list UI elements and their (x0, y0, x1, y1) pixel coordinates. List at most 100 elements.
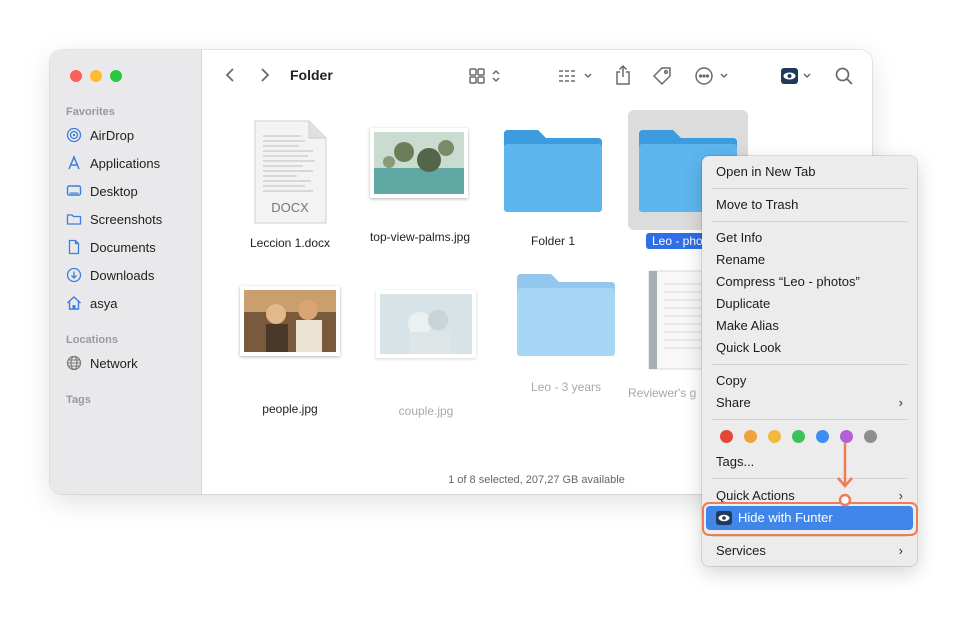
sidebar-item-label: Applications (90, 155, 161, 171)
download-icon (66, 267, 82, 283)
funter-eye-icon (781, 68, 811, 84)
menu-item-share[interactable]: Share › (716, 394, 903, 412)
share-button[interactable] (612, 63, 634, 87)
close-window-button[interactable] (70, 70, 82, 82)
group-by-button[interactable] (556, 65, 596, 87)
sidebar-item-airdrop[interactable]: AirDrop (66, 125, 134, 145)
sidebar-item-home[interactable]: asya (66, 293, 117, 313)
folder-icon (504, 130, 602, 212)
menu-item-label: Services (716, 543, 766, 558)
zoom-window-button[interactable] (110, 70, 122, 82)
group-icon (559, 70, 592, 82)
home-icon (67, 296, 81, 310)
menu-item-duplicate[interactable]: Duplicate (716, 295, 770, 313)
minimize-window-button[interactable] (90, 70, 102, 82)
callout-highlight-frame (702, 502, 918, 536)
menu-item-compress[interactable]: Compress “Leo - photos” (716, 273, 860, 291)
chevron-right-icon (261, 68, 270, 82)
back-button[interactable] (220, 65, 240, 85)
menu-item-get-info[interactable]: Get Info (716, 229, 762, 247)
file-name: Leo - 3 years (530, 380, 602, 394)
sidebar-item-applications[interactable]: Applications (66, 153, 160, 173)
file-item[interactable]: DOCX Leccion 1.docx (240, 120, 340, 250)
sidebar-item-screenshots[interactable]: Screenshots (66, 209, 162, 229)
menu-item-copy[interactable]: Copy (716, 372, 746, 390)
tag-color-gray[interactable] (864, 430, 877, 443)
file-name: Folder 1 (530, 234, 576, 248)
chevron-left-icon (225, 68, 234, 82)
document-icon (68, 239, 80, 255)
tag-color-blue[interactable] (816, 430, 829, 443)
menu-item-quick-look[interactable]: Quick Look (716, 339, 781, 357)
funter-toolbar-button[interactable] (780, 65, 816, 87)
file-item[interactable]: top-view-palms.jpg (360, 120, 480, 250)
network-icon (66, 355, 82, 371)
palms-photo-icon (374, 132, 464, 194)
menu-item-open-in-new-tab[interactable]: Open in New Tab (716, 163, 816, 181)
sidebar-item-label: AirDrop (90, 127, 135, 143)
sidebar-item-label: asya (90, 295, 118, 311)
chevron-right-icon: › (898, 543, 903, 558)
menu-item-tags[interactable]: Tags... (716, 453, 754, 471)
sidebar: Favorites AirDrop Applications Desktop S… (50, 50, 202, 494)
tag-color-orange[interactable] (744, 430, 757, 443)
sidebar-item-network[interactable]: Network (66, 353, 138, 373)
file-name: people.jpg (262, 402, 318, 416)
file-name: couple.jpg (398, 404, 454, 418)
tag-icon (652, 67, 671, 86)
sidebar-item-documents[interactable]: Documents (66, 237, 156, 257)
sidebar-item-label: Documents (90, 239, 156, 255)
tag-color-red[interactable] (720, 430, 733, 443)
sidebar-item-label: Screenshots (90, 211, 163, 227)
tag-color-green[interactable] (792, 430, 805, 443)
image-thumbnail (240, 286, 340, 356)
sidebar-item-desktop[interactable]: Desktop (66, 181, 138, 201)
menu-item-make-alias[interactable]: Make Alias (716, 317, 779, 335)
file-name: top-view-palms.jpg (369, 230, 471, 244)
tag-color-yellow[interactable] (768, 430, 781, 443)
menu-separator (712, 478, 907, 479)
folder-icon (66, 214, 82, 225)
search-button[interactable] (832, 64, 856, 88)
sidebar-item-label: Desktop (90, 183, 138, 199)
share-icon (616, 64, 630, 85)
forward-button[interactable] (255, 65, 275, 85)
window-title: Folder (290, 67, 333, 83)
menu-separator (712, 364, 907, 365)
menu-item-move-to-trash[interactable]: Move to Trash (716, 196, 798, 214)
people-photo-icon (244, 290, 336, 352)
file-name-selected: Leo - pho (646, 233, 709, 249)
search-icon (835, 67, 853, 85)
menu-separator (712, 188, 907, 189)
ellipsis-circle-icon (695, 67, 728, 85)
favorites-section-title: Favorites (66, 106, 115, 118)
menu-item-label: Share (716, 395, 751, 410)
menu-separator (712, 221, 907, 222)
menu-separator (712, 419, 907, 420)
chevron-right-icon: › (898, 395, 903, 410)
menu-item-rename[interactable]: Rename (716, 251, 765, 269)
file-label-holder: couple.jpg (372, 282, 480, 418)
applications-icon (68, 155, 80, 170)
desktop-icon (66, 185, 82, 196)
file-item-hidden[interactable]: Leo - 3 years (506, 270, 626, 400)
file-item[interactable]: people.jpg (236, 282, 344, 416)
image-thumbnail (370, 128, 468, 198)
locations-section-title: Locations (66, 334, 118, 346)
folder-icon (517, 274, 615, 356)
menu-item-services[interactable]: Services › (716, 542, 903, 560)
menu-separator (712, 536, 907, 537)
callout-arrow-icon (837, 443, 853, 507)
docx-badge: DOCX (271, 200, 309, 215)
grid-view-icon (469, 68, 500, 84)
file-name: Leccion 1.docx (249, 236, 331, 250)
sidebar-item-label: Downloads (90, 267, 155, 283)
action-menu-button[interactable] (694, 65, 732, 87)
file-item[interactable]: Folder 1 (490, 120, 616, 250)
tags-button[interactable] (650, 64, 674, 88)
view-mode-button[interactable] (468, 65, 506, 87)
tags-section-title: Tags (66, 394, 91, 406)
sidebar-item-downloads[interactable]: Downloads (66, 265, 154, 285)
menu-item-label: Quick Actions (716, 488, 795, 503)
sidebar-item-label: Network (90, 355, 138, 371)
